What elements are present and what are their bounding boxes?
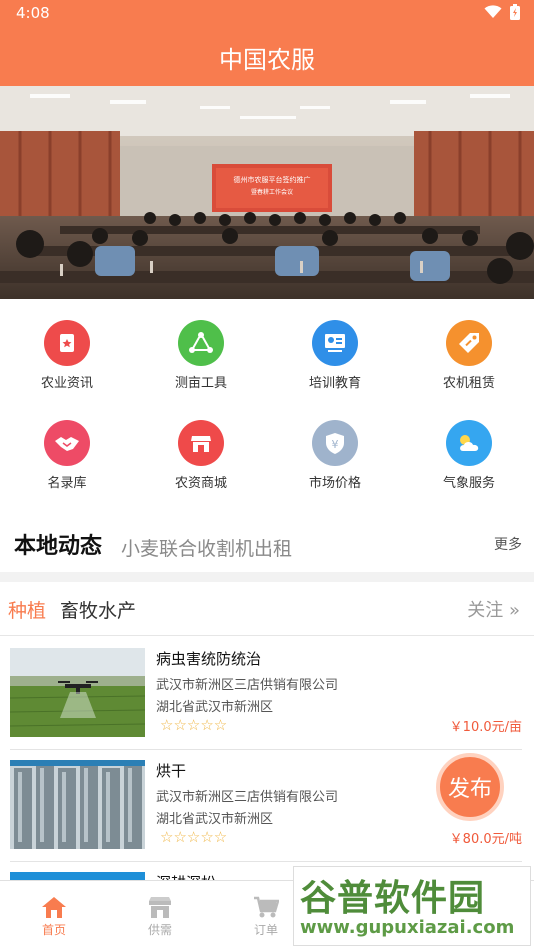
local-news-more-link[interactable]: 更多 [494,534,522,554]
grid-item-news[interactable]: 农业资讯 [0,310,134,410]
section-divider [0,572,534,582]
nav-supply-demand[interactable]: 供需 [130,893,190,938]
grid-item-training[interactable]: 培训教育 [268,310,402,410]
nav-label-home: 首页 [41,923,66,937]
svg-text:¥: ¥ [332,438,339,451]
grid-label-measure: 测亩工具 [174,376,227,391]
home-icon [24,893,84,921]
item-thumbnail [10,872,145,880]
grid-item-measure[interactable]: 测亩工具 [134,310,268,410]
watermark-logo: 谷普软件园 www.gupuxiazai.com [293,866,531,946]
item-address: 湖北省武汉市新洲区 [156,812,274,827]
publish-button[interactable]: 发布 [436,753,504,821]
local-news-headline[interactable]: 小麦联合收割机出租 [121,534,292,561]
nav-orders[interactable]: 订单 [236,893,296,938]
item-price: ￥10.0元/亩 [449,720,522,735]
measure-tool-icon [178,320,224,366]
item-title: 深耕深松 [156,872,216,880]
nav-label-supply-demand: 供需 [147,923,172,937]
item-company: 武汉市新洲区三店供销有限公司 [156,790,339,805]
grid-item-price[interactable]: ¥ 市场价格 [268,410,402,510]
grid-label-weather: 气象服务 [442,476,495,491]
watermark-brand: 谷普软件园 [300,878,486,919]
item-thumbnail [10,648,145,737]
grid-label-directory: 名录库 [47,476,87,491]
grid-label-price: 市场价格 [308,476,361,491]
status-time: 4:08 [16,4,50,22]
rental-tag-icon [446,320,492,366]
watermark-url: www.gupuxiazai.com [300,917,515,938]
handshake-icon [44,420,90,466]
app-title: 中国农服 [219,46,315,74]
item-title: 烘干 [156,762,187,780]
banner-screen-line1: 德州市农服平台签约推广 [234,175,311,184]
cart-icon [236,893,296,921]
grid-label-news: 农业资讯 [40,376,93,391]
follow-link[interactable]: 关注 » [467,596,520,622]
training-board-icon [312,320,358,366]
price-shield-icon: ¥ [312,420,358,466]
app-header: 4:08 中国农服 [0,0,534,86]
local-news-title: 本地动态 [14,534,103,559]
status-icons [484,4,520,20]
tab-livestock-aquatic[interactable]: 畜牧水产 [60,596,136,623]
grid-item-directory[interactable]: 名录库 [0,410,134,510]
tab-planting[interactable]: 种植 [8,596,46,623]
shop-store-icon [178,420,224,466]
grid-item-rental[interactable]: 农机租赁 [402,310,534,410]
feature-grid: 农业资讯 测亩工具 培训教育 农机租赁 名录库 农资商城 ¥ 市场价格 气象服务 [0,310,534,510]
item-title: 病虫害统防统治 [156,650,262,668]
local-news-bar: 本地动态 小麦联合收割机出租 更多 [0,516,534,570]
grid-item-shop[interactable]: 农资商城 [134,410,268,510]
news-bookmark-icon [44,320,90,366]
item-company: 武汉市新洲区三店供销有限公司 [156,678,339,693]
grid-label-training: 培训教育 [308,376,361,391]
banner-carousel[interactable]: 德州市农服平台签约推广 暨春耕工作会议 [0,86,534,299]
banner-screen-line2: 暨春耕工作会议 [251,188,293,196]
wifi-icon [484,5,502,18]
item-price: ￥80.0元/吨 [449,832,522,847]
item-address: 湖北省武汉市新洲区 [156,700,274,715]
rating-stars: ☆☆☆☆☆ [160,828,228,846]
banner-image: 德州市农服平台签约推广 暨春耕工作会议 [0,86,534,299]
grid-label-shop: 农资商城 [174,476,227,491]
battery-icon [510,4,520,20]
nav-label-orders: 订单 [253,923,278,937]
grid-label-rental: 农机租赁 [442,376,495,391]
item-thumbnail [10,760,145,849]
rating-stars: ☆☆☆☆☆ [160,716,228,734]
weather-icon [446,420,492,466]
supply-demand-icon [130,893,190,921]
category-tabs: 种植 畜牧水产 关注 » [0,582,534,636]
grid-item-weather[interactable]: 气象服务 [402,410,534,510]
list-item[interactable]: 病虫害统防统治 武汉市新洲区三店供销有限公司 湖北省武汉市新洲区 ☆☆☆☆☆ ￥… [10,638,522,750]
nav-home[interactable]: 首页 [24,893,84,938]
